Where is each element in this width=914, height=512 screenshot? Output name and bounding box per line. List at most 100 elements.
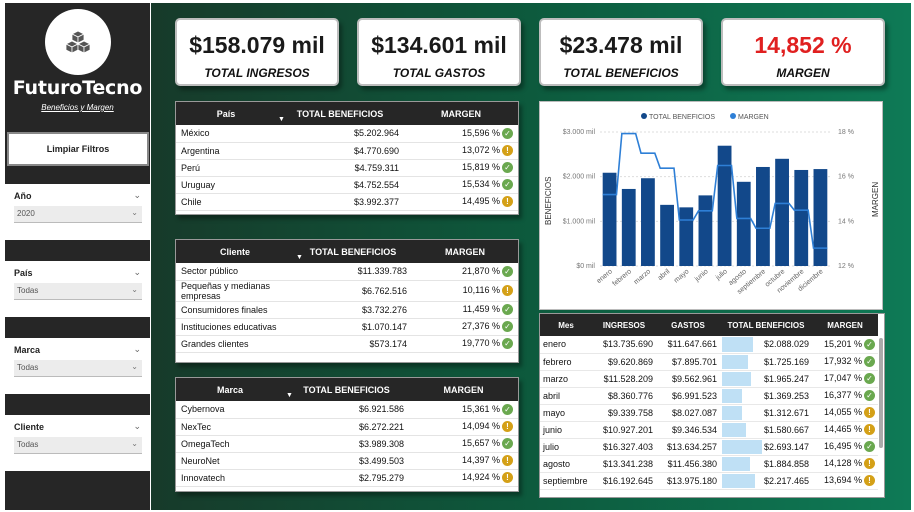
warning-status-icon: ! [864,407,875,419]
column-header[interactable]: MARGEN [812,314,878,336]
benefit-value: $2.217.465 [763,475,809,486]
check-status-icon: ✓ [502,321,513,333]
row-margin: 15,596 % ✓ [404,125,518,143]
check-status-icon: ✓ [502,438,513,450]
column-header[interactable]: Mes [540,314,592,336]
check-status-icon: ✓ [864,390,875,402]
table-row[interactable]: Grandes clientes $573.174 19,770 % ✓ [176,335,518,353]
legend-label: TOTAL BENEFICIOS [649,114,715,121]
table-row[interactable]: junio $10.927.201 $9.346.534 $1.580.667 14,4… [540,421,878,439]
chevron-down-icon[interactable]: ⌄ [133,190,141,201]
table-row[interactable]: Chile $3.992.377 14,495 %! [176,193,518,211]
table-row[interactable]: Consumidores finales $3.732.276 11,459 % ✓ [176,301,518,319]
client-table: Cliente TOTAL BENEFICIOS ▼ MARGEN Sector … [175,239,519,363]
legend-marker [730,113,736,119]
row-income: $11.528.209 [592,370,656,388]
table-row[interactable]: Instituciones educativas $1.070.147 27,376… [176,318,518,336]
benefit-value: $1.965.247 [763,373,809,384]
table-row[interactable]: Uruguay $4.752.554 15,534 % ✓ [176,176,518,194]
column-header[interactable]: TOTAL BENEFICIOS ▼ [284,378,409,401]
row-income: $9.339.758 [592,404,656,422]
cubes-icon [65,30,91,54]
chevron-down-icon[interactable]: ⌄ [133,344,141,355]
margin-value: 27,376 % [461,320,500,331]
clear-filters-button[interactable]: Limpiar Filtros [7,132,149,166]
row-name: México [176,125,276,143]
warning-status-icon: ! [502,196,513,208]
slicer-brand: Marca ⌄ Todas ⌄ [5,338,150,394]
y2-tick-label: 16 % [838,174,854,181]
table-row[interactable]: México $5.202.964 15,596 % ✓ [176,125,518,143]
table-row[interactable]: agosto $13.341.238 $11.456.380 $1.884.858 14… [540,455,878,473]
legend-label: MARGEN [738,114,769,121]
chevron-down-icon[interactable]: ⌄ [133,267,141,278]
data-bar [722,405,742,420]
table-row[interactable]: Sector público $11.339.783 21,870 % ✓ [176,263,518,281]
column-header[interactable]: MARGEN [412,240,518,263]
row-margin: 14,397 %! [409,452,518,470]
table-row[interactable]: mayo $9.339.758 $8.027.087 $1.312.671 14,055… [540,404,878,422]
table-row[interactable]: NexTec $6.272.221 14,094 %! [176,418,518,436]
table-row[interactable]: febrero $9.620.869 $7.895.701 $1.725.169 17,… [540,353,878,371]
row-margin: 14,924 %! [409,469,518,487]
y-tick-label: $2.000 mil [563,174,596,181]
column-header[interactable]: TOTAL BENEFICIOS [720,314,812,336]
x-tick-label: mayo [673,268,691,284]
chevron-down-icon[interactable]: ⌄ [133,421,141,432]
margin-value: 14,128 % [823,457,862,468]
table-row[interactable]: Pequeñas y medianas empresas $6.762.516 10… [176,280,518,302]
row-margin: 14,055 %! [812,404,878,422]
sort-desc-icon[interactable]: ▼ [278,116,285,123]
chevron-down-icon: ⌄ [131,362,138,371]
kpi-value: $134.601 mil [371,32,507,58]
column-header[interactable]: TOTAL BENEFICIOS ▼ [276,102,404,125]
data-bar [722,439,762,454]
sort-desc-icon[interactable]: ▼ [286,392,293,399]
table-row[interactable]: septiembre $16.192.645 $13.975.180 $2.217.4… [540,472,878,490]
row-margin: 19,770 % ✓ [412,335,518,353]
year-dropdown[interactable]: 2020 ⌄ [14,206,142,223]
column-header[interactable]: TOTAL BENEFICIOS ▼ [294,240,412,263]
country-dropdown[interactable]: Todas ⌄ [14,283,142,300]
column-header[interactable]: GASTOS [656,314,720,336]
table-row[interactable]: abril $8.360.776 $6.991.523 $1.369.253 16,37… [540,387,878,405]
column-header[interactable]: Cliente [176,240,294,263]
brand-dropdown[interactable]: Todas ⌄ [14,360,142,377]
check-status-icon: ✓ [502,403,513,415]
column-header[interactable]: País [176,102,276,125]
table-row[interactable]: Innovatech $2.795.279 14,924 %! [176,469,518,487]
column-header[interactable]: INGRESOS [592,314,656,336]
row-benefit: $1.312.671 [720,404,812,422]
row-margin: 27,376 % ✓ [412,318,518,336]
row-benefit: $1.725.169 [720,353,812,371]
row-name: Pequeñas y medianas empresas [176,280,294,302]
table-scrollbar[interactable] [879,338,883,448]
brand-table-grid: Marca TOTAL BENEFICIOS ▼ MARGEN Cybernova… [176,378,518,487]
column-header[interactable]: MARGEN [404,102,518,125]
table-row[interactable]: OmegaTech $3.989.308 15,657 % ✓ [176,435,518,453]
row-margin: 15,361 % ✓ [409,401,518,419]
dashboard: FuturoTecno Beneficios y Margen Limpiar … [0,0,914,512]
table-row[interactable]: julio $16.327.403 $13.634.257 $2.693.147 16,… [540,438,878,456]
sort-desc-icon[interactable]: ▼ [296,254,303,261]
table-row[interactable]: Cybernova $6.921.586 15,361 % ✓ [176,401,518,419]
row-margin: 14,465 %! [812,421,878,439]
table-row[interactable]: Perú $4.759.311 15,819 % ✓ [176,159,518,177]
x-tick-label: junio [693,268,710,284]
margin-value: 15,819 % [461,161,500,172]
table-row[interactable]: marzo $11.528.209 $9.562.961 $1.965.247 17,0… [540,370,878,388]
bar-abril [660,204,674,266]
y-tick-label: $3.000 mil [563,129,596,136]
column-header[interactable]: MARGEN [409,378,518,401]
row-margin: 15,534 % ✓ [404,176,518,194]
column-header[interactable]: Marca [176,378,284,401]
row-income: $13.735.690 [592,336,656,354]
row-expense: $13.975.180 [656,472,720,490]
table-row[interactable]: enero $13.735.690 $11.647.661 $2.088.029 15,… [540,336,878,354]
bar-agosto [736,181,751,266]
table-row[interactable]: NeuroNet $3.499.503 14,397 %! [176,452,518,470]
client-dropdown[interactable]: Todas ⌄ [14,437,142,454]
slicer-year: Año ⌄ 2020 ⌄ [5,184,150,240]
table-row[interactable]: Argentina $4.770.690 13,072 %! [176,142,518,160]
kpi-value: $158.079 mil [189,32,325,58]
